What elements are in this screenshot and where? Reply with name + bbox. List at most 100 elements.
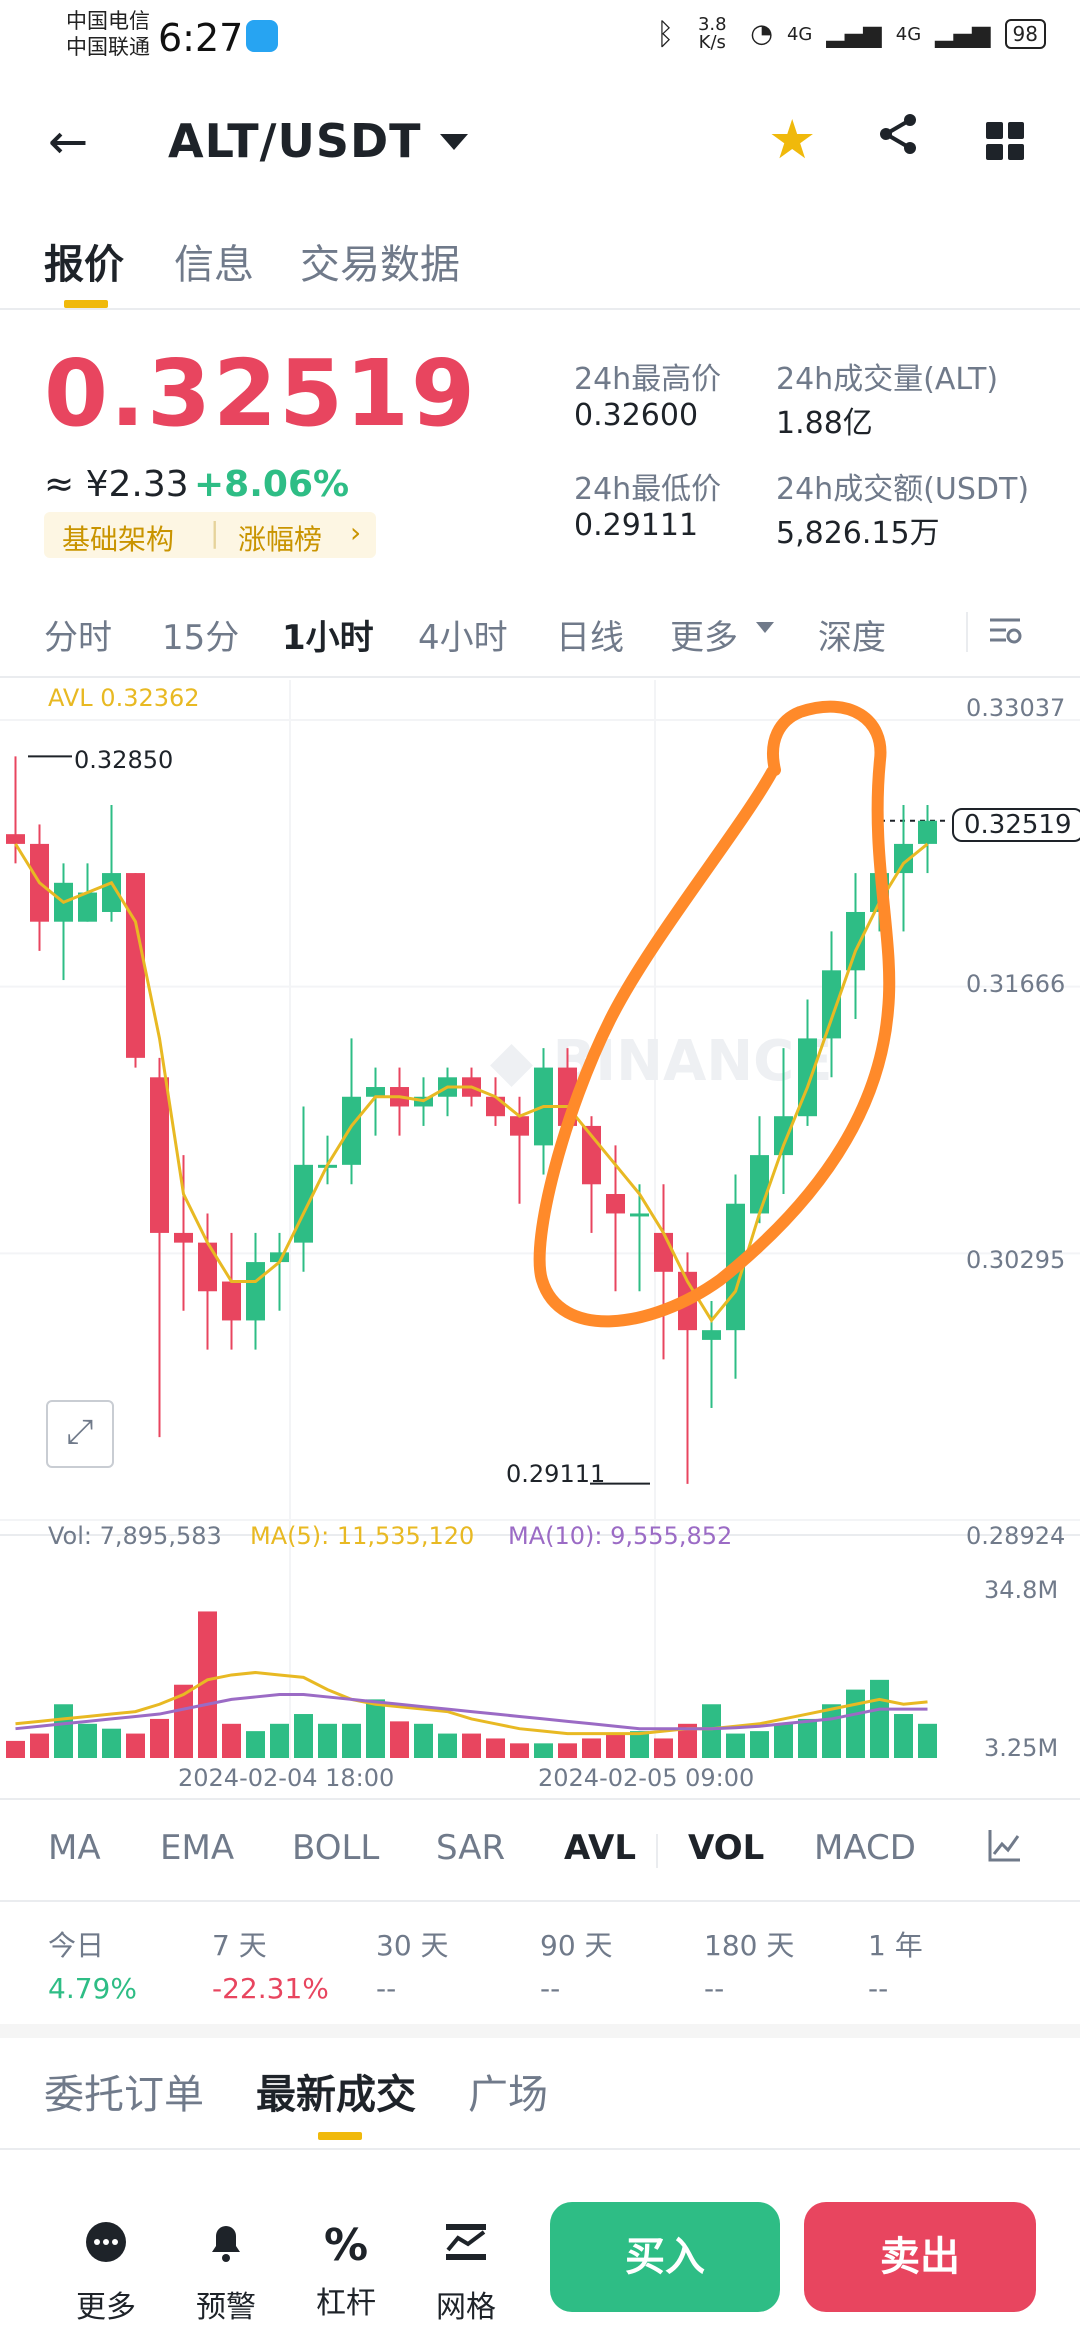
volume-bar (126, 1733, 145, 1758)
candle-body (6, 834, 25, 844)
tag-category[interactable]: 基础架构 (62, 518, 174, 558)
tab-square[interactable]: 广场 (468, 2062, 548, 2120)
candle-body (702, 1330, 721, 1340)
high-marker: 0.32850 (74, 746, 174, 774)
amount-label: 24h成交额(USDT) (776, 472, 1030, 507)
indicator-avl[interactable]: AVL (564, 1828, 636, 1868)
volume-bar (774, 1723, 793, 1758)
volume-bar (798, 1718, 817, 1758)
period-value-30d: -- (376, 1972, 397, 2005)
chart-settings-icon[interactable] (986, 612, 1024, 654)
indicator-divider (656, 1834, 658, 1868)
layout-grid-icon[interactable] (986, 122, 1024, 160)
more-dots-icon (66, 2220, 146, 2276)
volume-bar (726, 1733, 745, 1758)
indicator-macd[interactable]: MACD (814, 1828, 916, 1868)
volume-bar (102, 1728, 121, 1758)
nav-alert[interactable]: 预警 (186, 2220, 266, 2326)
share-icon[interactable] (876, 112, 920, 167)
clock: 6:27 (158, 16, 244, 60)
volume-bar (462, 1733, 481, 1758)
price-chart[interactable]: ◆ BINANCE AVL 0.32362 0.33037 0.31666 0.… (0, 680, 1080, 1792)
volume-bar (654, 1738, 673, 1758)
more-dropdown-icon[interactable] (756, 622, 774, 633)
vol-y-tick-bottom: 3.25M (984, 1734, 1059, 1762)
candlestick-chart[interactable]: ◆ BINANCE (0, 680, 1080, 1780)
indicator-settings-icon[interactable] (986, 1826, 1024, 1868)
candle-body (510, 1116, 529, 1136)
volume-bar (534, 1743, 553, 1758)
indicator-ema[interactable]: EMA (160, 1828, 234, 1868)
volume-bar (822, 1704, 841, 1758)
volume-bar (30, 1733, 49, 1758)
nav-grid[interactable]: 网格 (426, 2220, 506, 2326)
expand-icon[interactable]: ⤢ (46, 1400, 114, 1468)
percent-icon: % (323, 2220, 369, 2271)
indicator-vol[interactable]: VOL (688, 1828, 764, 1868)
tf-1h[interactable]: 1小时 (282, 610, 374, 659)
indicator-ma[interactable]: MA (48, 1828, 101, 1868)
tf-timeline[interactable]: 分时 (44, 610, 112, 659)
avl-label: AVL 0.32362 (48, 684, 200, 712)
volume-bar (6, 1740, 25, 1758)
volume-bar (414, 1723, 433, 1758)
battery-level: 98 (1004, 19, 1046, 49)
volume-bar (150, 1718, 169, 1758)
signal-bars-icon: ▂▄▆ (826, 20, 882, 48)
high-value: 0.32600 (574, 398, 699, 433)
indicator-boll[interactable]: BOLL (292, 1828, 379, 1868)
tf-more[interactable]: 更多 (670, 610, 738, 659)
tab-trade-data[interactable]: 交易数据 (300, 232, 460, 290)
volume-bar (270, 1723, 289, 1758)
volume-bar (486, 1738, 505, 1758)
nav-more[interactable]: 更多 (66, 2220, 146, 2326)
tf-15m[interactable]: 15分 (162, 610, 239, 659)
tab-info[interactable]: 信息 (174, 232, 254, 290)
x-label-2: 2024-02-05 09:00 (538, 1764, 755, 1792)
last-price: 0.32519 (44, 340, 478, 447)
period-value-7d: -22.31% (212, 1972, 329, 2005)
tab-open-orders[interactable]: 委托订单 (44, 2062, 204, 2120)
tf-daily[interactable]: 日线 (556, 610, 624, 659)
volume-bar (918, 1723, 937, 1758)
amount-value: 5,826.15万 (776, 516, 940, 551)
tab-underline (318, 2132, 362, 2140)
volume-bar (246, 1731, 265, 1758)
period-value-180d: -- (704, 1972, 725, 2005)
volume-bar (390, 1721, 409, 1758)
tab-quote[interactable]: 报价 (44, 232, 124, 290)
y-tick-bottom: 0.28924 (966, 1522, 1066, 1550)
tf-depth[interactable]: 深度 (818, 610, 886, 659)
volume-bar (318, 1723, 337, 1758)
status-icons: ᛒ 3.8 K/s ◔ 4G ▂▄▆ 4G ▂▄▆ 98 (656, 16, 1046, 52)
buy-button[interactable]: 买入 (550, 2202, 780, 2312)
favorite-star-icon[interactable]: ★ (768, 108, 816, 171)
high-label: 24h最高价 (574, 362, 722, 397)
volume-bar (870, 1679, 889, 1758)
volume-bar (342, 1723, 361, 1758)
volume-bar (606, 1733, 625, 1758)
pair-title[interactable]: ALT/USDT (168, 114, 422, 168)
volume-bar (558, 1743, 577, 1758)
period-label-90d: 90 天 (540, 1929, 613, 1962)
sell-button[interactable]: 卖出 (804, 2202, 1036, 2312)
volume-bar (78, 1723, 97, 1758)
nav-more-label: 更多 (76, 2290, 136, 2325)
bell-icon (186, 2220, 266, 2276)
pair-dropdown-icon[interactable] (440, 134, 468, 150)
candle-body (246, 1262, 265, 1321)
tab-latest-trades[interactable]: 最新成交 (256, 2062, 416, 2120)
signal-bars-icon-2: ▂▄▆ (935, 20, 991, 48)
tf-divider (966, 612, 968, 652)
period-label-7d: 7 天 (212, 1929, 267, 1962)
tf-4h[interactable]: 4小时 (418, 610, 508, 659)
back-arrow-icon[interactable]: ← (48, 118, 88, 166)
tags-row: 基础架构 | 涨幅榜 › (44, 512, 376, 558)
nav-leverage[interactable]: % 杠杆 (306, 2220, 386, 2322)
volume-bar (222, 1723, 241, 1758)
tag-gainers[interactable]: 涨幅榜 (238, 518, 322, 558)
price-change: +8.06% (194, 464, 350, 505)
bluetooth-icon: ᛒ (656, 16, 675, 52)
indicator-sar[interactable]: SAR (436, 1828, 505, 1868)
weather-icon (246, 20, 278, 52)
